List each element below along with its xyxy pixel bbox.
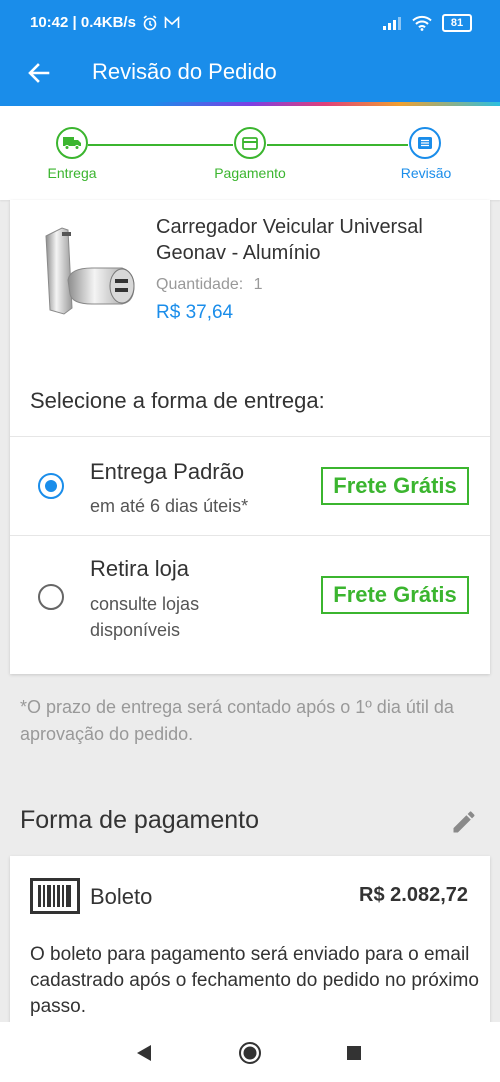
- signal-icon: [383, 17, 401, 30]
- product-image: [45, 227, 135, 315]
- list-icon: [418, 137, 432, 149]
- delivery-note: *O prazo de entrega será contado após o …: [20, 697, 454, 744]
- wifi-icon: [412, 15, 432, 31]
- step-connector: [88, 144, 233, 146]
- step-pagamento[interactable]: [234, 127, 266, 159]
- payment-card: Boleto R$ 2.082,72 O boleto para pagamen…: [10, 856, 490, 1026]
- back-arrow-icon[interactable]: [24, 58, 54, 88]
- nav-back-icon[interactable]: [136, 1044, 152, 1062]
- free-shipping-badge: Frete Grátis: [321, 467, 469, 505]
- nav-home-icon[interactable]: [238, 1041, 262, 1065]
- delivery-option-retira-loja[interactable]: Retira loja consulte lojas disponíveis F…: [10, 536, 490, 666]
- step-connector: [267, 144, 408, 146]
- product-name: Carregador Veicular Universal Geonav - A…: [156, 216, 423, 264]
- radio-selected[interactable]: [38, 473, 64, 499]
- step-label-pagamento: Pagamento: [214, 165, 286, 181]
- edit-pencil-icon[interactable]: [450, 808, 478, 836]
- payment-section-title: Forma de pagamento: [20, 806, 260, 834]
- truck-icon: [63, 137, 81, 150]
- option-title: Retira loja: [90, 556, 190, 581]
- product-price: R$ 37,64: [156, 302, 234, 323]
- status-time: 10:42 | 0.4KB/s: [30, 14, 136, 31]
- mail-icon: [164, 15, 180, 28]
- app-bar: Revisão do Pedido: [0, 46, 500, 102]
- nav-recents-icon[interactable]: [346, 1045, 362, 1061]
- step-entrega[interactable]: [56, 127, 88, 159]
- order-card: Carregador Veicular Universal Geonav - A…: [10, 200, 490, 674]
- barcode-icon: [30, 878, 80, 914]
- free-shipping-badge: Frete Grátis: [321, 576, 469, 614]
- delivery-option-padrao[interactable]: Entrega Padrão em até 6 dias úteis* Fret…: [10, 437, 490, 535]
- step-revisao[interactable]: [409, 127, 441, 159]
- quantity-label: Quantidade:: [156, 276, 244, 293]
- checkout-stepper: Entrega Pagamento Revisão: [0, 106, 500, 200]
- option-subtitle: consulte lojas disponíveis: [90, 594, 200, 640]
- status-bar: 10:42 | 0.4KB/s 81: [0, 0, 500, 46]
- card-icon: [242, 136, 258, 150]
- radio-unselected[interactable]: [38, 584, 64, 610]
- payment-description: O boleto para pagamento será enviado par…: [30, 944, 479, 1017]
- battery-icon: 81: [442, 14, 472, 32]
- battery-level: 81: [450, 17, 464, 29]
- step-label-revisao: Revisão: [400, 165, 452, 181]
- product-quantity: Quantidade: 1: [156, 276, 263, 294]
- alarm-icon: [143, 14, 157, 30]
- system-nav-bar: [0, 1022, 500, 1082]
- option-subtitle: em até 6 dias úteis*: [90, 496, 249, 516]
- payment-method-label: Boleto: [90, 884, 153, 909]
- step-label-entrega: Entrega: [47, 165, 97, 181]
- option-title: Entrega Padrão: [90, 459, 245, 484]
- delivery-section-title: Selecione a forma de entrega:: [30, 388, 325, 413]
- quantity-value: 1: [253, 276, 263, 293]
- payment-amount: R$ 2.082,72: [359, 884, 468, 906]
- page-title: Revisão do Pedido: [92, 59, 277, 84]
